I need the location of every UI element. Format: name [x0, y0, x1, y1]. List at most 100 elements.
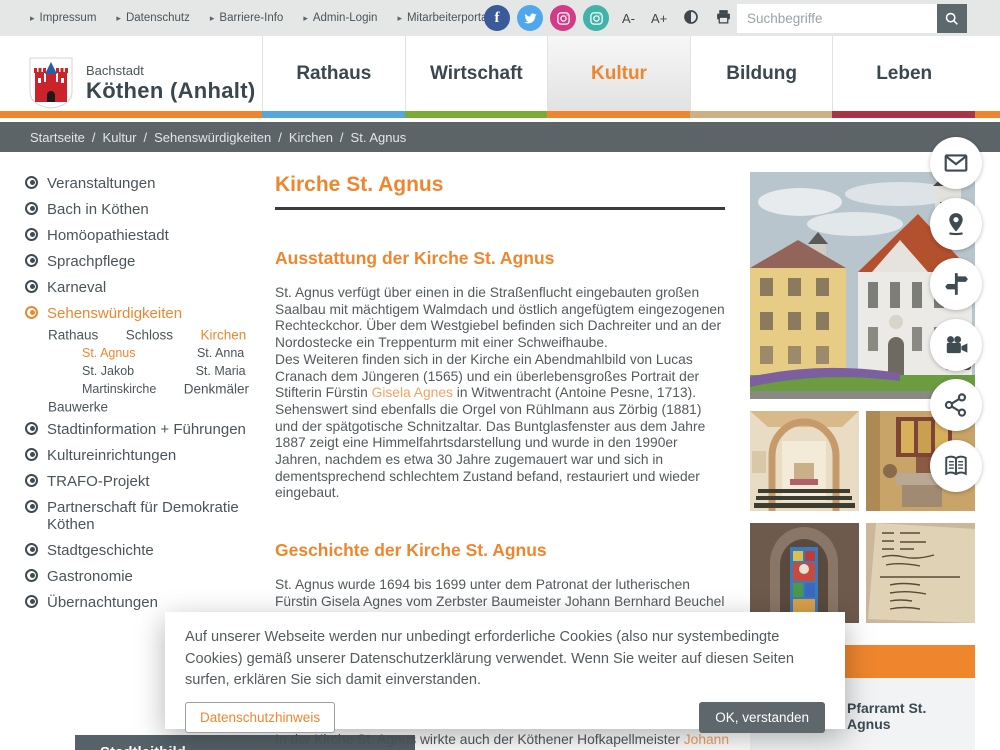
breadcrumb-current: St. Agnus — [351, 130, 407, 145]
sidebar-item-sprachpflege[interactable]: Sprachpflege — [25, 248, 265, 274]
camera-icon[interactable] — [583, 5, 609, 31]
bullet-icon — [25, 228, 38, 241]
bullet-icon — [25, 176, 38, 189]
bullet-icon — [25, 422, 38, 435]
location-button[interactable] — [930, 198, 982, 250]
section-heading-ausstattung: Ausstattung der Kirche St. Agnus — [275, 248, 725, 269]
bullet-icon — [25, 543, 38, 556]
breadcrumb: Startseite / Kultur / Sehenswürdigkeiten… — [0, 122, 1000, 152]
bullet-icon — [25, 202, 38, 215]
accessibility-controls: A- A+ — [622, 0, 732, 36]
nav-tab-wirtschaft[interactable]: Wirtschaft — [405, 36, 548, 111]
main-nav: Rathaus Wirtschaft Kultur Bildung Leben — [262, 36, 975, 111]
topbar-link-mitarbeiterportal[interactable]: ▸Mitarbeiterportal — [397, 12, 490, 24]
sidebar-item-st-agnus[interactable]: St. Agnus — [25, 343, 136, 363]
bullet-icon — [25, 569, 38, 582]
search-icon — [944, 11, 960, 27]
share-button[interactable] — [930, 379, 982, 431]
cookie-banner: Auf unserer Webseite werden nur unbeding… — [165, 612, 845, 729]
social-icons: f — [484, 5, 609, 31]
bullet-icon — [25, 474, 38, 487]
topbar-links: ▸Impressum ▸Datenschutz ▸Barriere-Info ▸… — [30, 0, 490, 36]
video-button[interactable] — [930, 319, 982, 371]
cookie-accept-button[interactable]: OK, verstanden — [699, 702, 825, 733]
sidebar-item-partnerschaft[interactable]: Partnerschaft für Demokratie Köthen — [25, 494, 265, 537]
search-input[interactable] — [737, 4, 937, 33]
page-title: Kirche St. Agnus — [275, 173, 725, 197]
nav-tab-rathaus[interactable]: Rathaus — [262, 36, 405, 111]
sidebar-item-bauwerke[interactable]: Bauwerke — [25, 396, 108, 418]
font-larger-button[interactable]: A+ — [651, 11, 667, 26]
gisela-agnes-link[interactable]: Gisela Agnes — [372, 385, 453, 400]
video-camera-icon — [943, 332, 969, 358]
book-button[interactable] — [930, 440, 982, 492]
main-content: Kirche St. Agnus Ausstattung der Kirche … — [275, 170, 725, 644]
sidebar-item-stadtgeschichte[interactable]: Stadtgeschichte — [25, 537, 265, 563]
topbar-link-barriere-info[interactable]: ▸Barriere-Info — [210, 12, 283, 24]
sidebar-item-stadtinformation[interactable]: Stadtinformation + Führungen — [25, 416, 265, 442]
breadcrumb-sehenswuerdigkeiten[interactable]: Sehenswürdigkeiten — [154, 130, 271, 145]
floating-action-buttons — [930, 137, 982, 500]
johann-link[interactable]: Johann — [684, 732, 729, 747]
sidebar-item-homoeopathiestadt[interactable]: Homöopathiestadt — [25, 222, 265, 248]
site-logo[interactable]: Bachstadt Köthen (Anhalt) — [28, 56, 255, 110]
print-icon[interactable] — [715, 8, 732, 28]
arrow-icon: ▸ — [30, 13, 35, 24]
sidebar-item-karneval[interactable]: Karneval — [25, 274, 265, 300]
sidebar-item-st-anna[interactable]: St. Anna — [140, 343, 244, 363]
facebook-icon[interactable]: f — [484, 5, 510, 31]
geschichte-paragraph-2: In der Kirche St. Agnus wirkte auch der … — [275, 732, 735, 747]
mail-button[interactable] — [930, 137, 982, 189]
logo-title: Köthen (Anhalt) — [86, 78, 255, 104]
topbar-link-admin-login[interactable]: ▸Admin-Login — [303, 12, 377, 24]
arrow-icon: ▸ — [397, 13, 402, 24]
page: ▸Impressum ▸Datenschutz ▸Barriere-Info ▸… — [0, 0, 1000, 750]
sidebar-item-gastronomie[interactable]: Gastronomie — [25, 563, 265, 589]
bullet-icon — [25, 448, 38, 461]
search — [737, 4, 967, 33]
cookie-text: Auf unserer Webseite werden nur unbeding… — [185, 627, 825, 692]
nav-color-ribbon — [0, 111, 1000, 118]
ausstattung-paragraph-1: St. Agnus verfügt über einen in die Stra… — [275, 285, 725, 352]
search-button[interactable] — [937, 4, 967, 33]
sidebar: Veranstaltungen Bach in Köthen Homöopath… — [25, 170, 265, 615]
sidebar-item-veranstaltungen[interactable]: Veranstaltungen — [25, 170, 265, 196]
signpost-icon — [943, 271, 969, 297]
arrow-icon: ▸ — [210, 13, 215, 24]
topbar-link-impressum[interactable]: ▸Impressum — [30, 12, 96, 24]
sidebar-item-kultureinrichtungen[interactable]: Kultureinrichtungen — [25, 442, 265, 468]
site-header: Bachstadt Köthen (Anhalt) Rathaus Wirtsc… — [0, 36, 1000, 111]
contrast-toggle-icon[interactable] — [683, 9, 699, 28]
logo-pretitle: Bachstadt — [86, 63, 255, 78]
coat-of-arms-icon — [28, 56, 74, 110]
bullet-icon — [25, 595, 38, 608]
sidebar-item-trafo-projekt[interactable]: TRAFO-Projekt — [25, 468, 265, 494]
breadcrumb-kirchen[interactable]: Kirchen — [289, 130, 333, 145]
sidebar-item-denkmaeler[interactable]: Denkmäler — [161, 378, 249, 400]
topbar-link-datenschutz[interactable]: ▸Datenschutz — [116, 12, 189, 24]
breadcrumb-kultur[interactable]: Kultur — [103, 130, 137, 145]
top-utility-bar: ▸Impressum ▸Datenschutz ▸Barriere-Info ▸… — [0, 0, 1000, 36]
instagram-icon[interactable] — [550, 5, 576, 31]
share-icon — [943, 392, 969, 418]
section-heading-geschichte: Geschichte der Kirche St. Agnus — [275, 540, 725, 561]
mail-icon — [943, 150, 969, 176]
nav-tab-kultur[interactable]: Kultur — [547, 36, 690, 111]
font-smaller-button[interactable]: A- — [622, 11, 635, 26]
manuscript-photo[interactable] — [866, 523, 975, 628]
church-nave-photo[interactable] — [750, 411, 859, 516]
sidebar-item-bach-in-koethen[interactable]: Bach in Köthen — [25, 196, 265, 222]
privacy-notice-button[interactable]: Datenschutzhinweis — [185, 702, 335, 733]
ausstattung-paragraph-2: Des Weiteren finden sich in der Kirche e… — [275, 352, 725, 502]
sidebar-item-st-jakob[interactable]: St. Jakob — [25, 361, 134, 381]
nav-tab-bildung[interactable]: Bildung — [690, 36, 833, 111]
sidebar-item-sehenswuerdigkeiten[interactable]: Sehenswürdigkeiten — [25, 300, 265, 326]
twitter-icon[interactable] — [517, 5, 543, 31]
breadcrumb-startseite[interactable]: Startseite — [30, 130, 85, 145]
signpost-button[interactable] — [930, 258, 982, 310]
nav-tab-leben[interactable]: Leben — [832, 36, 975, 111]
arrow-icon: ▸ — [303, 13, 308, 24]
contact-title: Pfarramt St. Agnus — [847, 700, 965, 732]
bullet-icon — [25, 280, 38, 293]
location-pin-icon — [943, 211, 969, 237]
